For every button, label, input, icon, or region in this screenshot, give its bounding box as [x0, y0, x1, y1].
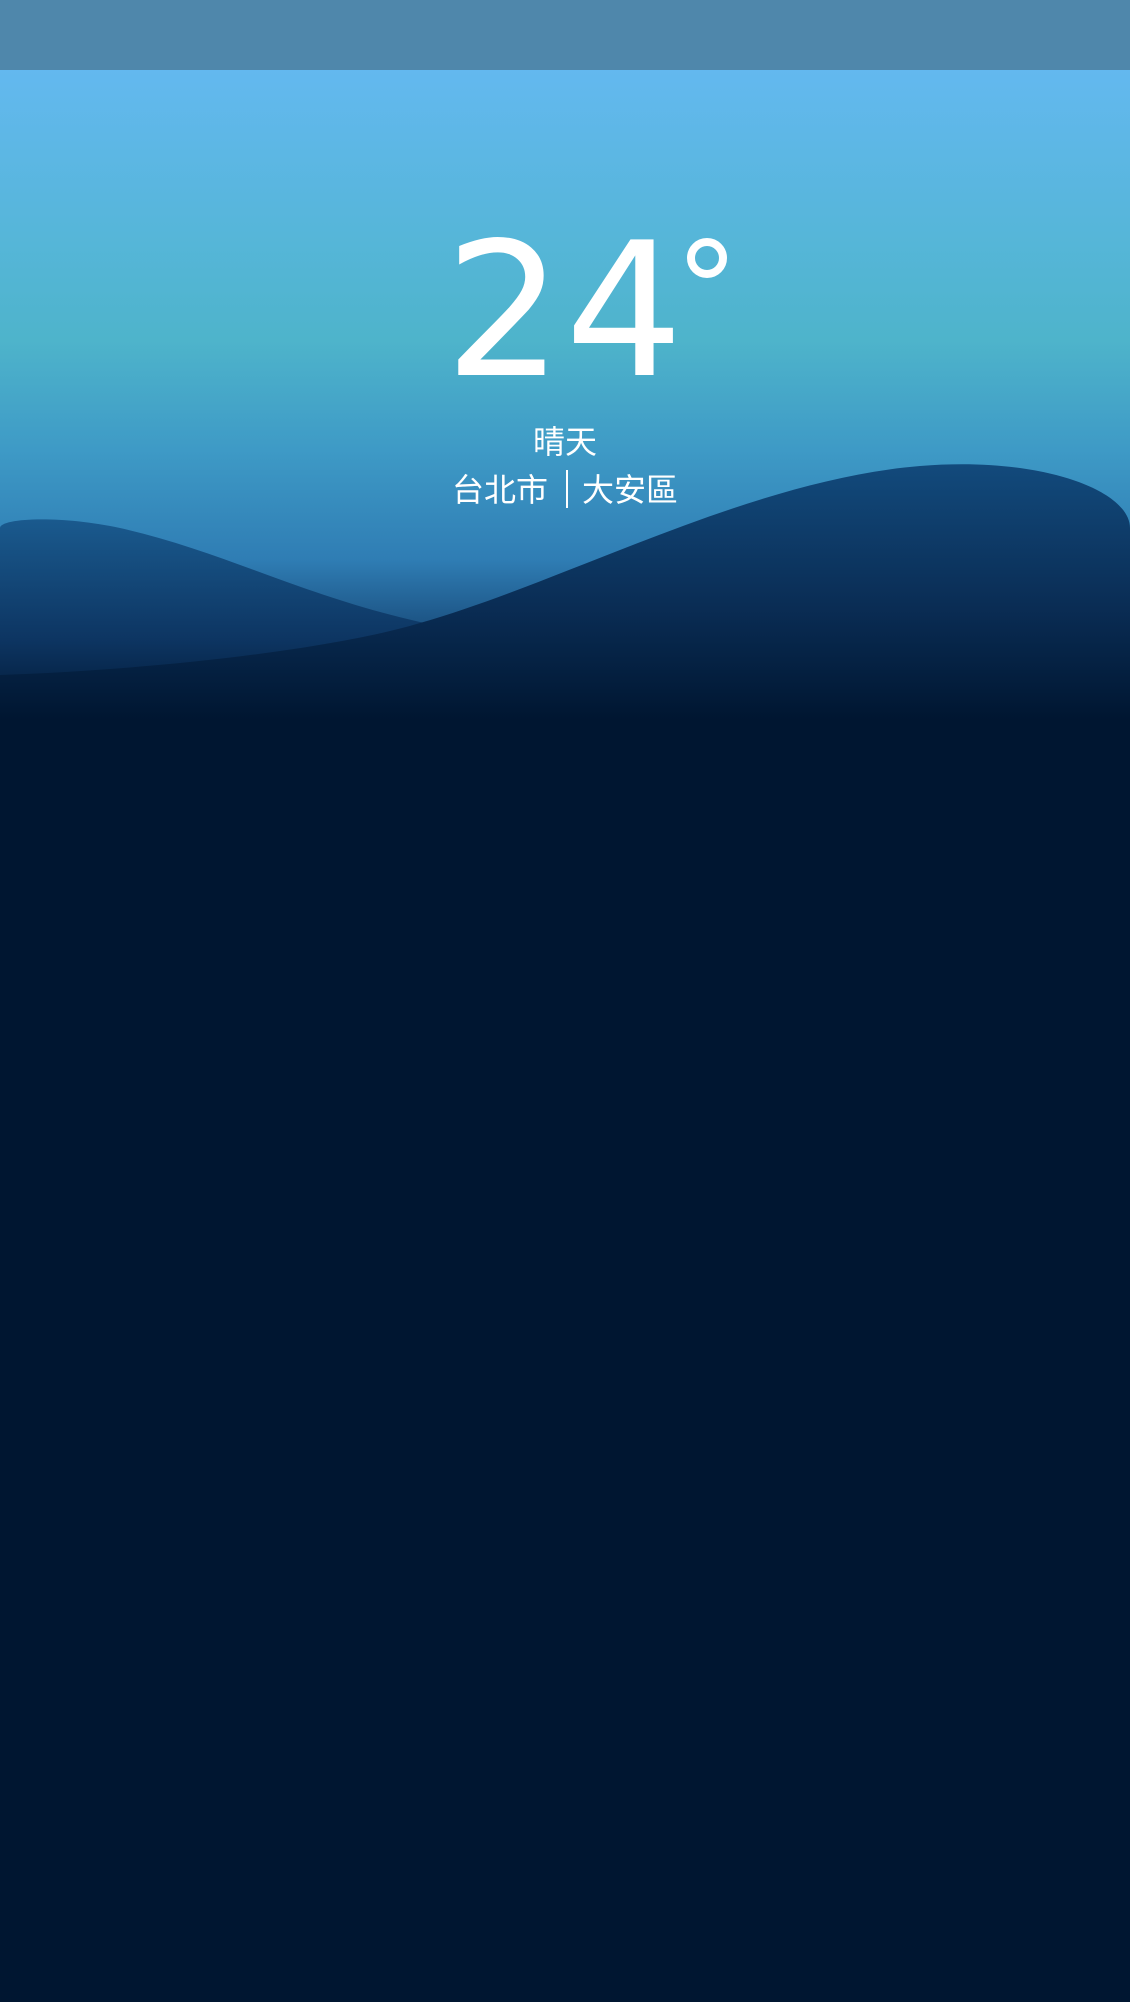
- weather-screen: 24 晴天 台北市 大安區: [0, 0, 1130, 2002]
- temperature-value: 24: [444, 202, 686, 419]
- location-city: 台北市: [451, 471, 548, 509]
- weather-condition: 晴天: [532, 423, 597, 461]
- current-temperature: 24: [0, 218, 1130, 404]
- location-divider: [566, 470, 568, 508]
- location: 台北市 大安區: [0, 468, 1130, 512]
- status-bar: [0, 0, 1130, 70]
- location-district: 大安區: [582, 471, 679, 509]
- degree-icon: [687, 238, 728, 278]
